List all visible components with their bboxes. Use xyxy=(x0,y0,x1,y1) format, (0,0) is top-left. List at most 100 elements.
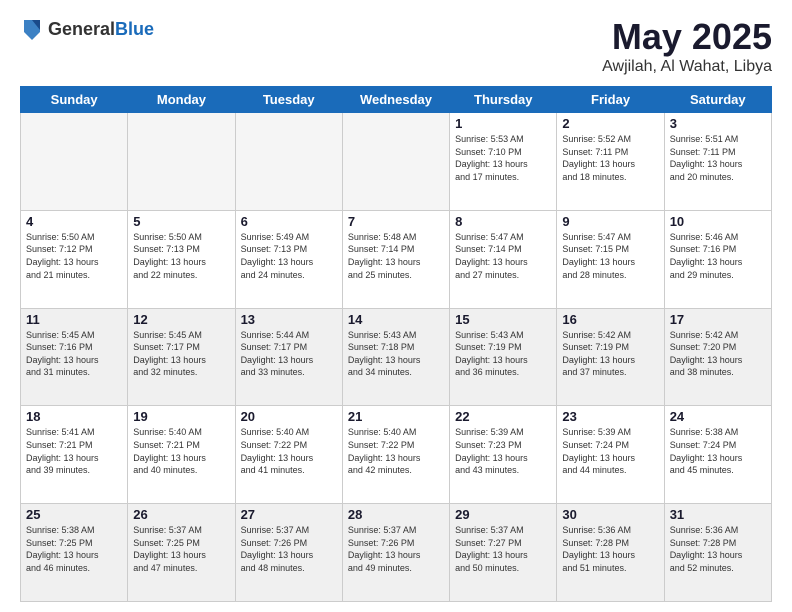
calendar-cell: 30Sunrise: 5:36 AM Sunset: 7:28 PM Dayli… xyxy=(557,504,664,602)
day-number: 19 xyxy=(133,409,229,424)
month-title: May 2025 xyxy=(602,16,772,58)
day-number: 13 xyxy=(241,312,337,327)
calendar-cell: 11 Sunrise: 5:45 AM Sunset: 7:16 PM Dayli… xyxy=(21,308,128,406)
calendar-cell: 16Sunrise: 5:42 AM Sunset: 7:19 PM Dayli… xyxy=(557,308,664,406)
day-info: Sunrise: 5:52 AM Sunset: 7:11 PM Dayligh… xyxy=(562,133,658,183)
calendar-cell xyxy=(21,113,128,211)
day-info: Sunrise: 5:45 AM Sunset: 7:17 PM Dayligh… xyxy=(133,329,229,379)
calendar-cell: 28Sunrise: 5:37 AM Sunset: 7:26 PM Dayli… xyxy=(342,504,449,602)
day-number: 5 xyxy=(133,214,229,229)
day-info: Sunrise: 5:45 AM Sunset: 7:16 PM Dayligh… xyxy=(26,329,122,379)
day-number: 12 xyxy=(133,312,229,327)
calendar-cell: 26 Sunrise: 5:37 AM Sunset: 7:25 PM Dayli… xyxy=(128,504,235,602)
day-number: 29 xyxy=(455,507,551,522)
calendar-cell: 6 Sunrise: 5:49 AM Sunset: 7:13 PM Daylig… xyxy=(235,210,342,308)
day-number: 8 xyxy=(455,214,551,229)
calendar-cell: 1 Sunrise: 5:53 AM Sunset: 7:10 PM Daylig… xyxy=(450,113,557,211)
day-info: Sunrise: 5:49 AM Sunset: 7:13 PM Dayligh… xyxy=(241,231,337,281)
calendar-cell xyxy=(342,113,449,211)
day-info: Sunrise: 5:47 AM Sunset: 7:15 PM Dayligh… xyxy=(562,231,658,281)
day-number: 25 xyxy=(26,507,122,522)
day-info: Sunrise: 5:46 AM Sunset: 7:16 PM Dayligh… xyxy=(670,231,766,281)
day-info: Sunrise: 5:40 AM Sunset: 7:21 PM Dayligh… xyxy=(133,426,229,476)
weekday-header-saturday: Saturday xyxy=(664,87,771,113)
day-number: 21 xyxy=(348,409,444,424)
day-info: Sunrise: 5:43 AM Sunset: 7:19 PM Dayligh… xyxy=(455,329,551,379)
weekday-header-thursday: Thursday xyxy=(450,87,557,113)
calendar-cell: 14 Sunrise: 5:43 AM Sunset: 7:18 PM Dayli… xyxy=(342,308,449,406)
day-info: Sunrise: 5:44 AM Sunset: 7:17 PM Dayligh… xyxy=(241,329,337,379)
day-number: 6 xyxy=(241,214,337,229)
day-info: Sunrise: 5:43 AM Sunset: 7:18 PM Dayligh… xyxy=(348,329,444,379)
day-number: 23 xyxy=(562,409,658,424)
logo-icon xyxy=(20,16,44,44)
day-number: 9 xyxy=(562,214,658,229)
calendar-cell: 5 Sunrise: 5:50 AM Sunset: 7:13 PM Daylig… xyxy=(128,210,235,308)
day-info: Sunrise: 5:36 AM Sunset: 7:28 PM Dayligh… xyxy=(562,524,658,574)
header: GeneralBlue May 2025 Awjilah, Al Wahat, … xyxy=(20,16,772,76)
day-info: Sunrise: 5:40 AM Sunset: 7:22 PM Dayligh… xyxy=(241,426,337,476)
calendar-cell: 23 Sunrise: 5:39 AM Sunset: 7:24 PM Dayli… xyxy=(557,406,664,504)
calendar-cell: 29 Sunrise: 5:37 AM Sunset: 7:27 PM Dayli… xyxy=(450,504,557,602)
day-number: 10 xyxy=(670,214,766,229)
day-info: Sunrise: 5:50 AM Sunset: 7:13 PM Dayligh… xyxy=(133,231,229,281)
day-number: 4 xyxy=(26,214,122,229)
calendar-cell: 27 Sunrise: 5:37 AM Sunset: 7:26 PM Dayli… xyxy=(235,504,342,602)
day-number: 3 xyxy=(670,116,766,131)
logo: GeneralBlue xyxy=(20,16,154,44)
day-info: Sunrise: 5:39 AM Sunset: 7:24 PM Dayligh… xyxy=(562,426,658,476)
day-number: 20 xyxy=(241,409,337,424)
weekday-header-wednesday: Wednesday xyxy=(342,87,449,113)
day-info: Sunrise: 5:37 AM Sunset: 7:25 PM Dayligh… xyxy=(133,524,229,574)
day-number: 14 xyxy=(348,312,444,327)
day-number: 22 xyxy=(455,409,551,424)
day-info: Sunrise: 5:38 AM Sunset: 7:25 PM Dayligh… xyxy=(26,524,122,574)
day-info: Sunrise: 5:48 AM Sunset: 7:14 PM Dayligh… xyxy=(348,231,444,281)
day-number: 27 xyxy=(241,507,337,522)
week-row-4: 18 Sunrise: 5:41 AM Sunset: 7:21 PM Dayli… xyxy=(21,406,772,504)
week-row-3: 11 Sunrise: 5:45 AM Sunset: 7:16 PM Dayli… xyxy=(21,308,772,406)
logo-blue: Blue xyxy=(115,19,154,39)
calendar-cell xyxy=(128,113,235,211)
day-info: Sunrise: 5:53 AM Sunset: 7:10 PM Dayligh… xyxy=(455,133,551,183)
calendar-cell: 31Sunrise: 5:36 AM Sunset: 7:28 PM Dayli… xyxy=(664,504,771,602)
week-row-5: 25 Sunrise: 5:38 AM Sunset: 7:25 PM Dayli… xyxy=(21,504,772,602)
calendar-cell xyxy=(235,113,342,211)
location-title: Awjilah, Al Wahat, Libya xyxy=(602,58,772,76)
weekday-header-monday: Monday xyxy=(128,87,235,113)
day-info: Sunrise: 5:41 AM Sunset: 7:21 PM Dayligh… xyxy=(26,426,122,476)
day-info: Sunrise: 5:42 AM Sunset: 7:20 PM Dayligh… xyxy=(670,329,766,379)
weekday-header-sunday: Sunday xyxy=(21,87,128,113)
day-number: 26 xyxy=(133,507,229,522)
day-number: 15 xyxy=(455,312,551,327)
day-info: Sunrise: 5:37 AM Sunset: 7:26 PM Dayligh… xyxy=(241,524,337,574)
calendar-cell: 7 Sunrise: 5:48 AM Sunset: 7:14 PM Daylig… xyxy=(342,210,449,308)
calendar-cell: 25 Sunrise: 5:38 AM Sunset: 7:25 PM Dayli… xyxy=(21,504,128,602)
day-number: 24 xyxy=(670,409,766,424)
day-number: 2 xyxy=(562,116,658,131)
day-number: 1 xyxy=(455,116,551,131)
day-number: 11 xyxy=(26,312,122,327)
day-info: Sunrise: 5:47 AM Sunset: 7:14 PM Dayligh… xyxy=(455,231,551,281)
weekday-header-friday: Friday xyxy=(557,87,664,113)
week-row-2: 4Sunrise: 5:50 AM Sunset: 7:12 PM Daylig… xyxy=(21,210,772,308)
page: GeneralBlue May 2025 Awjilah, Al Wahat, … xyxy=(0,0,792,612)
calendar-cell: 10 Sunrise: 5:46 AM Sunset: 7:16 PM Dayli… xyxy=(664,210,771,308)
calendar-cell: 18 Sunrise: 5:41 AM Sunset: 7:21 PM Dayli… xyxy=(21,406,128,504)
day-number: 7 xyxy=(348,214,444,229)
week-row-1: 1 Sunrise: 5:53 AM Sunset: 7:10 PM Daylig… xyxy=(21,113,772,211)
calendar-cell: 2 Sunrise: 5:52 AM Sunset: 7:11 PM Daylig… xyxy=(557,113,664,211)
weekday-header-tuesday: Tuesday xyxy=(235,87,342,113)
day-number: 18 xyxy=(26,409,122,424)
day-info: Sunrise: 5:38 AM Sunset: 7:24 PM Dayligh… xyxy=(670,426,766,476)
calendar-cell: 24 Sunrise: 5:38 AM Sunset: 7:24 PM Dayli… xyxy=(664,406,771,504)
day-info: Sunrise: 5:42 AM Sunset: 7:19 PM Dayligh… xyxy=(562,329,658,379)
calendar-cell: 13 Sunrise: 5:44 AM Sunset: 7:17 PM Dayli… xyxy=(235,308,342,406)
day-info: Sunrise: 5:37 AM Sunset: 7:27 PM Dayligh… xyxy=(455,524,551,574)
day-info: Sunrise: 5:51 AM Sunset: 7:11 PM Dayligh… xyxy=(670,133,766,183)
calendar-cell: 22Sunrise: 5:39 AM Sunset: 7:23 PM Dayli… xyxy=(450,406,557,504)
calendar-cell: 17Sunrise: 5:42 AM Sunset: 7:20 PM Dayli… xyxy=(664,308,771,406)
calendar-cell: 21Sunrise: 5:40 AM Sunset: 7:22 PM Dayli… xyxy=(342,406,449,504)
calendar-cell: 9 Sunrise: 5:47 AM Sunset: 7:15 PM Daylig… xyxy=(557,210,664,308)
calendar-cell: 19 Sunrise: 5:40 AM Sunset: 7:21 PM Dayli… xyxy=(128,406,235,504)
